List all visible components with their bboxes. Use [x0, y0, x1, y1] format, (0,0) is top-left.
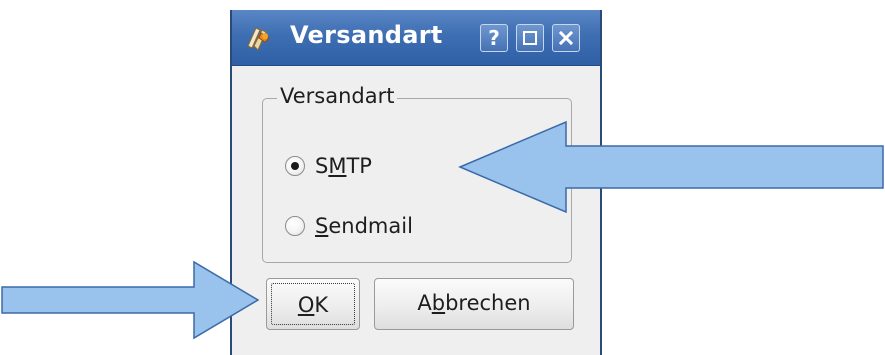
arrow-to-ok-icon	[1, 260, 260, 340]
screenshot-stage: Versandart ? Versandart SMTP Sendmail OK…	[0, 0, 885, 355]
annotation-arrows	[1, 120, 884, 340]
arrow-to-smtp-icon	[458, 120, 884, 214]
